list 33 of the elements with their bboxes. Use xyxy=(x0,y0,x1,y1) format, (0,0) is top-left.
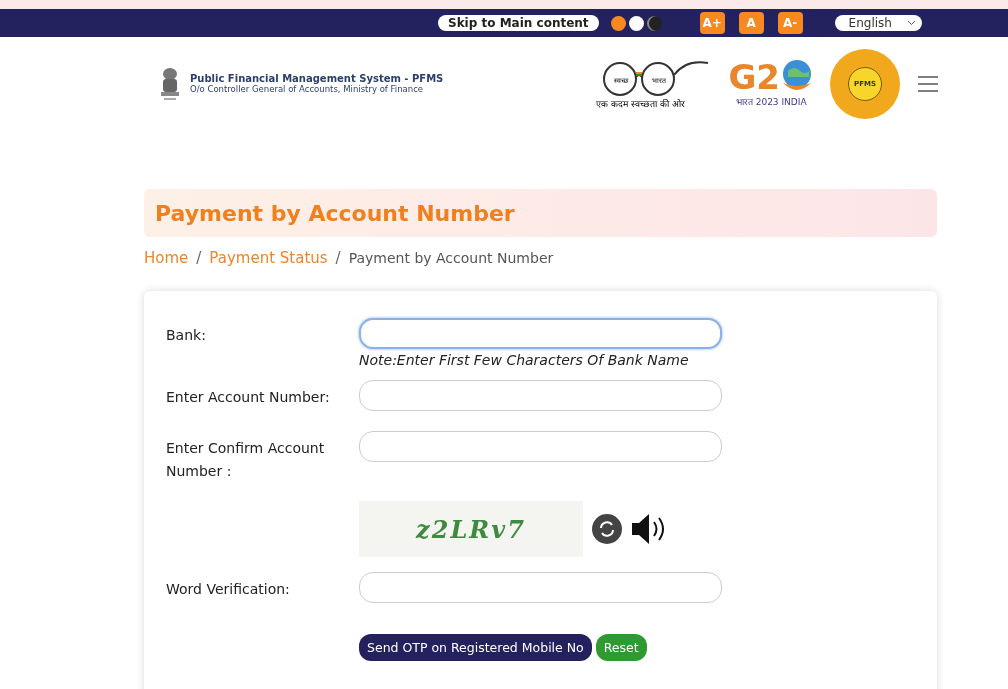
theme-button[interactable] xyxy=(628,15,644,31)
menu-icon[interactable] xyxy=(918,75,938,92)
theme-button[interactable] xyxy=(610,15,626,31)
field-label: Word Verification: xyxy=(166,580,291,599)
field-note: Note:Enter First Few Characters Of Bank Name xyxy=(359,352,690,368)
breadcrumb-separator: / xyxy=(335,249,341,267)
breadcrumb-link[interactable]: Home xyxy=(144,249,189,267)
org-subtitle: O/o Controller General of Accounts, Ministry of Finance xyxy=(190,84,425,94)
page-title: Payment by Account Number xyxy=(155,200,515,226)
speaker-icon[interactable] xyxy=(631,512,667,546)
font-size-button[interactable]: A+ xyxy=(699,12,725,34)
field-label: Enter Account Number: xyxy=(166,388,331,407)
emblem-icon xyxy=(158,65,182,102)
breadcrumb-separator: / xyxy=(196,249,202,267)
field-label: Enter Confirm Account Number : xyxy=(166,439,326,481)
font-size-button[interactable]: A- xyxy=(777,12,803,34)
reset-button[interactable]: Reset xyxy=(595,634,647,661)
skip-link[interactable]: Skip to Main content xyxy=(438,15,599,31)
font-size-button[interactable]: A xyxy=(738,12,764,34)
breadcrumb-link[interactable]: Payment Status xyxy=(209,249,328,267)
input-field[interactable] xyxy=(359,380,722,411)
org-name: Public Financial Management System - PFMS xyxy=(190,73,444,84)
input-field[interactable] xyxy=(359,318,722,349)
chevron-icon xyxy=(906,20,916,26)
g20-logo: G2 भारत 2023 INDIA xyxy=(728,59,814,108)
field-label: Bank: xyxy=(166,326,207,345)
captcha-image: z2LRv7 xyxy=(359,501,583,557)
input-field[interactable] xyxy=(359,431,722,462)
refresh-icon[interactable] xyxy=(591,513,623,545)
input-field[interactable] xyxy=(359,572,722,603)
language-select[interactable]: English xyxy=(834,15,922,31)
send-otp-button[interactable]: Send OTP on Registered Mobile No xyxy=(359,634,592,661)
breadcrumb-current: Payment by Account Number xyxy=(348,250,554,266)
